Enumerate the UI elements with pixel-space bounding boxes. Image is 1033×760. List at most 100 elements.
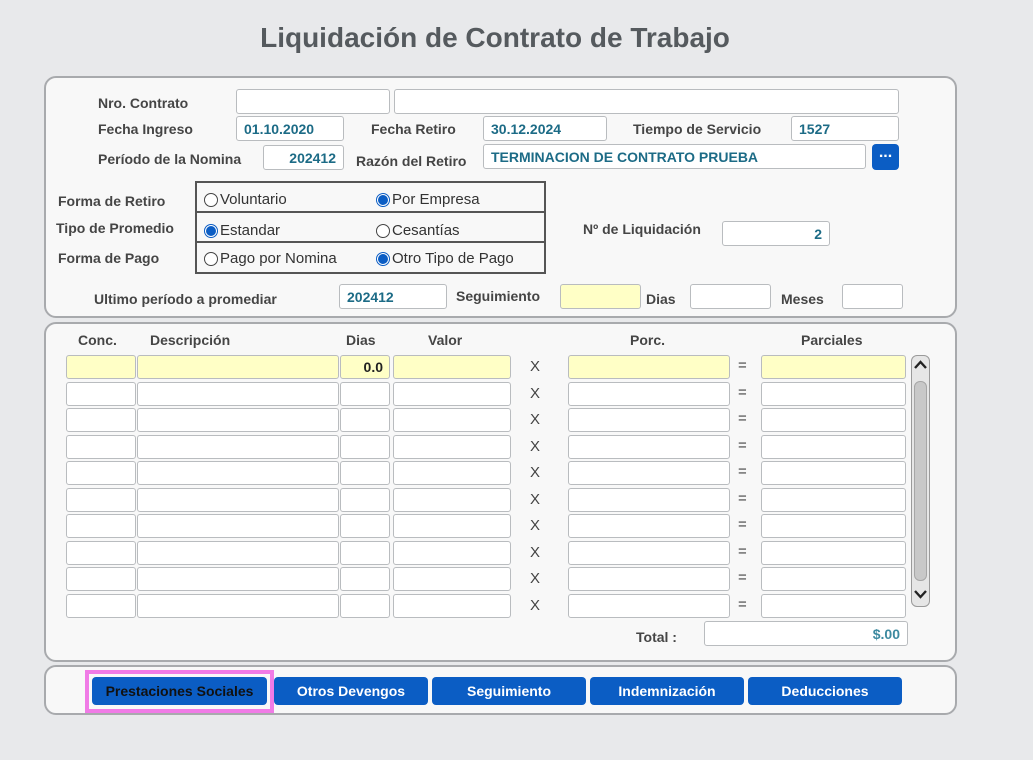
cell-valor[interactable] [393,593,511,618]
cell-dias[interactable] [340,434,390,459]
cell-valor[interactable] [393,514,511,538]
periodo-nomina-field[interactable]: 202412 [263,145,344,170]
forma-retiro-label: Forma de Retiro [58,193,166,209]
radio-selected-icon [204,223,218,238]
cell-porc[interactable] [568,540,730,565]
cell-dias[interactable] [340,408,390,432]
fecha-retiro-field[interactable]: 30.12.2024 [483,116,607,141]
cell-conc[interactable] [66,408,136,432]
nro-liquidacion-field[interactable]: 2 [722,221,830,246]
radio-estandar[interactable]: Estandar [204,222,280,239]
tiempo-servicio-field[interactable]: 1527 [791,116,899,141]
cell-valor[interactable] [393,567,511,591]
cell-parciales[interactable] [761,408,906,432]
cell-dias[interactable] [340,514,390,538]
chevron-up-icon[interactable] [912,358,929,373]
cell-valor[interactable] [393,434,511,459]
radio-cesantias[interactable]: Cesantías [376,222,460,239]
cell-parciales[interactable] [761,593,906,618]
cell-porc[interactable] [568,381,730,406]
cell-dias[interactable] [340,593,390,618]
tab-otros-devengos[interactable]: Otros Devengos [274,677,428,705]
cell-conc[interactable] [66,567,136,591]
cell-descripcion[interactable] [137,408,339,432]
cell-conc[interactable] [66,461,136,485]
cell-valor[interactable] [393,461,511,485]
equals-symbol: = [738,463,747,480]
razon-retiro-field[interactable]: TERMINACION DE CONTRATO PRUEBA [483,144,866,169]
cell-descripcion[interactable] [137,514,339,538]
cell-descripcion[interactable] [137,434,339,459]
multiply-symbol: X [530,490,541,508]
cell-valor[interactable] [393,381,511,406]
radio-por-empresa[interactable]: Por Empresa [376,191,480,208]
cell-valor[interactable] [393,355,511,379]
seguimiento-field[interactable] [560,284,641,309]
cell-dias[interactable] [340,487,390,512]
cell-conc[interactable] [66,514,136,538]
column-header-valor: Valor [428,332,463,348]
cell-porc[interactable] [568,461,730,485]
cell-conc[interactable] [66,540,136,565]
cell-porc[interactable] [568,567,730,591]
cell-porc[interactable] [568,355,730,379]
tab-seguimiento[interactable]: Seguimiento [432,677,586,705]
cell-dias[interactable]: 0.0 [340,355,390,379]
cell-porc[interactable] [568,593,730,618]
cell-parciales[interactable] [761,540,906,565]
tab-indemnizacion[interactable]: Indemnización [590,677,744,705]
nro-contrato-label: Nro. Contrato [98,95,189,111]
cell-descripcion[interactable] [137,567,339,591]
cell-porc[interactable] [568,514,730,538]
chevron-down-icon[interactable] [912,587,929,602]
cell-conc[interactable] [66,381,136,406]
cell-valor[interactable] [393,487,511,512]
cell-descripcion[interactable] [137,487,339,512]
cell-parciales[interactable] [761,487,906,512]
multiply-symbol: X [530,570,541,587]
cell-descripcion[interactable] [137,381,339,406]
multiply-symbol: X [530,437,541,455]
ultimo-periodo-field[interactable]: 202412 [339,284,447,309]
cell-descripcion[interactable] [137,355,339,379]
cell-parciales[interactable] [761,381,906,406]
equals-symbol: = [738,516,747,533]
cell-valor[interactable] [393,540,511,565]
cell-dias[interactable] [340,381,390,406]
nro-contrato-description-field[interactable] [394,89,899,114]
cell-conc[interactable] [66,355,136,379]
total-field: $.00 [704,621,908,646]
cell-porc[interactable] [568,434,730,459]
cell-parciales[interactable] [761,434,906,459]
radio-otro-tipo-pago[interactable]: Otro Tipo de Pago [376,250,514,267]
cell-parciales[interactable] [761,355,906,379]
scrollbar-thumb[interactable] [914,381,927,581]
cell-parciales[interactable] [761,461,906,485]
cell-descripcion[interactable] [137,540,339,565]
cell-conc[interactable] [66,487,136,512]
column-header-dias: Dias [346,332,376,348]
nro-liquidacion-label: Nº de Liquidación [583,221,701,237]
grid-scrollbar[interactable] [911,355,930,607]
cell-dias[interactable] [340,540,390,565]
cell-porc[interactable] [568,487,730,512]
fecha-ingreso-field[interactable]: 01.10.2020 [236,116,344,141]
cell-dias[interactable] [340,567,390,591]
cell-porc[interactable] [568,408,730,432]
cell-dias[interactable] [340,461,390,485]
cell-parciales[interactable] [761,514,906,538]
tab-deducciones[interactable]: Deducciones [748,677,902,705]
razon-retiro-lookup-button[interactable]: ... [872,144,899,170]
dias-field[interactable] [690,284,771,309]
meses-field[interactable] [842,284,903,309]
column-header-porc: Porc. [630,332,666,348]
cell-conc[interactable] [66,593,136,618]
nro-contrato-field[interactable] [236,89,390,114]
cell-descripcion[interactable] [137,461,339,485]
radio-pago-por-nomina[interactable]: Pago por Nomina [204,250,337,267]
cell-valor[interactable] [393,408,511,432]
radio-voluntario[interactable]: Voluntario [204,191,287,208]
cell-parciales[interactable] [761,567,906,591]
cell-descripcion[interactable] [137,593,339,618]
cell-conc[interactable] [66,434,136,459]
